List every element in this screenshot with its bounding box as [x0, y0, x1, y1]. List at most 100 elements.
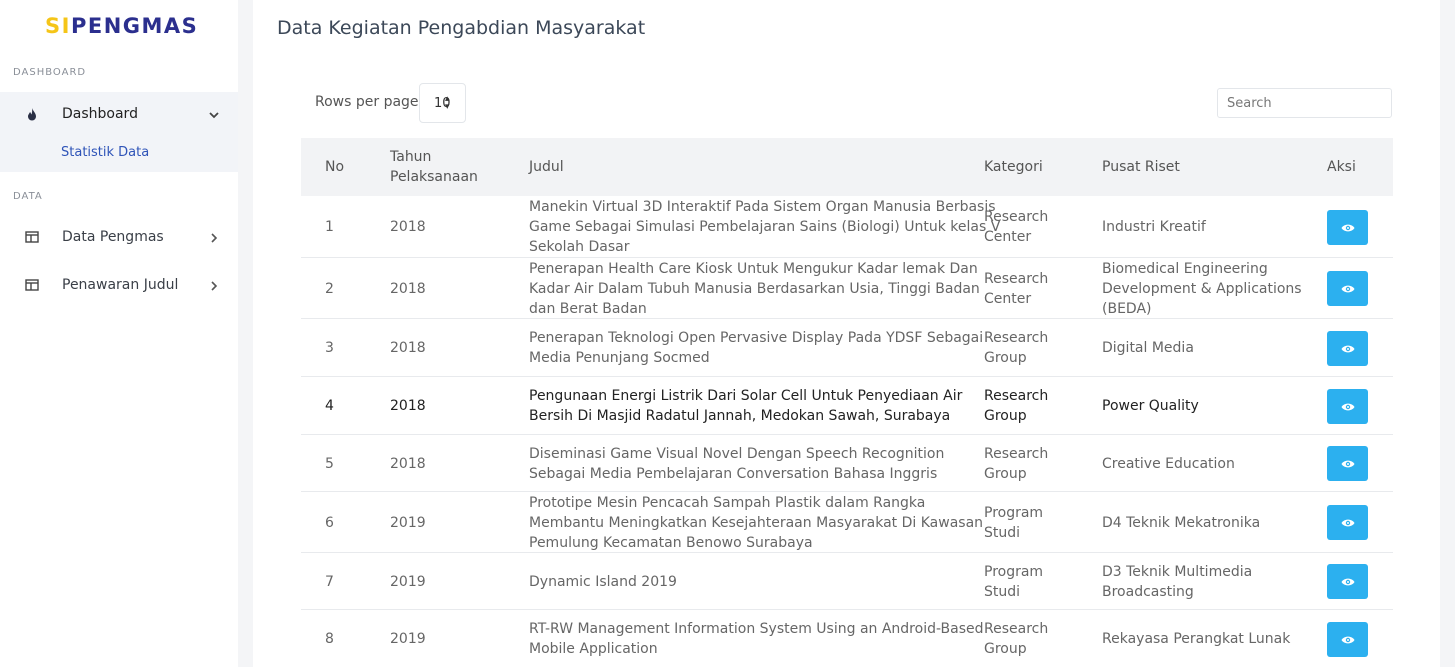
sidebar-subitem-statistik[interactable]: Statistik Data [0, 136, 238, 172]
cell-judul-line: Diseminasi Game Visual Novel Dengan Spee… [529, 446, 945, 462]
cell-pusat-riset-line: D4 Teknik Mekatronika [1102, 515, 1261, 531]
sidebar-subitem-label: Statistik Data [61, 145, 150, 160]
table-row: 3 2018 Penerapan Teknologi Open Pervasive … [301, 319, 1393, 377]
header-kategori[interactable]: Kategori [984, 157, 1043, 177]
cell-judul: Penerapan Teknologi Open Pervasive Displ… [529, 328, 983, 368]
cell-no: 3 [325, 340, 334, 356]
header-tahun[interactable]: Tahun Pelaksanaan [390, 147, 478, 187]
view-detail-button[interactable] [1327, 389, 1368, 424]
cell-tahun: 2018 [390, 340, 426, 356]
cell-pusat-riset-line: Digital Media [1102, 340, 1194, 356]
cell-judul-line: Sebagai Media Pembelajaran Conversation … [529, 466, 938, 482]
scrollbar[interactable] [1441, 0, 1455, 667]
cell-pusat-riset-line: Industri Kreatif [1102, 219, 1206, 235]
cell-kategori-line: Program [984, 505, 1044, 521]
cell-judul-line: Pengunaan Energi Listrik Dari Solar Cell… [529, 388, 963, 404]
table-row: 8 2019 RT-RW Management Information System… [301, 610, 1393, 667]
cell-judul-line: Media Penunjang Socmed [529, 350, 710, 366]
sidebar-item-label: Penawaran Judul [62, 277, 179, 293]
rows-per-page-label: Rows per page: [315, 94, 424, 110]
header-judul[interactable]: Judul [529, 157, 564, 177]
cell-judul-line: RT-RW Management Information System Usin… [529, 621, 984, 637]
cell-judul-line: Mobile Application [529, 641, 658, 657]
section-label-dashboard: DASHBOARD [13, 67, 87, 78]
cell-judul-line: Prototipe Mesin Pencacah Sampah Plastik … [529, 495, 926, 511]
cell-no: 5 [325, 456, 334, 472]
cell-judul-line: Bersih Di Masjid Radatul Jannah, Medokan… [529, 408, 951, 424]
cell-kategori-line: Research [984, 388, 1049, 404]
eye-icon [1341, 345, 1354, 352]
cell-pusat-riset-line: Broadcasting [1102, 584, 1194, 600]
view-detail-button[interactable] [1327, 331, 1368, 366]
cell-kategori-line: Program [984, 564, 1044, 580]
cell-pusat-riset-line: Development & Applications [1102, 281, 1302, 297]
chevron-right-icon [207, 230, 221, 244]
cell-judul: RT-RW Management Information System Usin… [529, 619, 984, 659]
cell-pusat-riset-line: Creative Education [1102, 456, 1235, 472]
cell-pusat-riset: Digital Media [1102, 338, 1194, 358]
cell-no: 2 [325, 281, 334, 297]
header-pusat-riset[interactable]: Pusat Riset [1102, 157, 1180, 177]
cell-judul: Prototipe Mesin Pencacah Sampah Plastik … [529, 493, 983, 553]
cell-pusat-riset-line: Rekayasa Perangkat Lunak [1102, 631, 1291, 647]
sidebar-item-penawaran-judul[interactable]: Penawaran Judul [0, 263, 238, 307]
search-input[interactable] [1217, 88, 1392, 118]
cell-judul: Manekin Virtual 3D Interaktif Pada Siste… [529, 197, 1000, 257]
cell-judul: Dynamic Island 2019 [529, 572, 677, 592]
cell-judul-line: Sekolah Dasar [529, 239, 630, 255]
rows-per-page-select[interactable]: 10 ▴ ▾ [419, 83, 466, 123]
cell-kategori: Research Group [984, 619, 1048, 659]
view-detail-button[interactable] [1327, 505, 1368, 540]
cell-judul-line: Kadar Air Dalam Tubuh Manusia Berdasarka… [529, 281, 980, 297]
cell-kategori-line: Studi [984, 584, 1021, 600]
eye-icon [1341, 285, 1354, 292]
cell-tahun: 2018 [390, 398, 426, 414]
cell-pusat-riset-line: Biomedical Engineering [1102, 261, 1268, 277]
table-row: 1 2018 Manekin Virtual 3D Interaktif Pada … [301, 196, 1393, 258]
cell-no: 1 [325, 219, 334, 235]
cell-kategori: Research Center [984, 269, 1048, 309]
cell-judul-line: Manekin Virtual 3D Interaktif Pada Siste… [529, 199, 996, 215]
cell-judul-line: dan Berat Badan [529, 301, 647, 317]
brand-prefix: SI [45, 14, 71, 38]
cell-judul: Penerapan Health Care Kiosk Untuk Menguk… [529, 259, 980, 319]
header-aksi: Aksi [1327, 159, 1356, 175]
cell-tahun: 2019 [390, 515, 426, 531]
chevron-down-icon [207, 107, 221, 121]
cell-kategori: Research Group [984, 444, 1048, 484]
table-row: 6 2019 Prototipe Mesin Pencacah Sampah Pla… [301, 492, 1393, 553]
cell-kategori: Research Group [984, 328, 1048, 368]
table-icon [24, 277, 40, 293]
view-detail-button[interactable] [1327, 622, 1368, 657]
view-detail-button[interactable] [1327, 271, 1368, 306]
cell-pusat-riset: Industri Kreatif [1102, 217, 1206, 237]
cell-no: 8 [325, 631, 334, 647]
eye-icon [1341, 578, 1354, 585]
sidebar-item-data-pengmas[interactable]: Data Pengmas [0, 215, 238, 259]
eye-icon [1341, 636, 1354, 643]
sidebar: SIPENGMAS DASHBOARD Dashboard Statistik … [0, 0, 238, 667]
table-row: 5 2018 Diseminasi Game Visual Novel Dengan… [301, 435, 1393, 492]
cell-tahun: 2019 [390, 574, 426, 590]
view-detail-button[interactable] [1327, 210, 1368, 245]
cell-pusat-riset: D4 Teknik Mekatronika [1102, 513, 1260, 533]
sidebar-item-dashboard[interactable]: Dashboard [0, 92, 238, 136]
header-no[interactable]: No [325, 157, 344, 177]
brand-logo[interactable]: SIPENGMAS [45, 14, 198, 38]
sidebar-item-label: Dashboard [62, 106, 138, 122]
cell-kategori-line: Group [984, 466, 1027, 482]
cell-kategori: Program Studi [984, 503, 1043, 543]
cell-kategori-line: Research [984, 621, 1049, 637]
cell-no: 7 [325, 574, 334, 590]
view-detail-button[interactable] [1327, 446, 1368, 481]
cell-judul-line: Game Sebagai Simulasi Pembelajaran Sains… [529, 219, 1001, 235]
header-tahun-line: Pelaksanaan [390, 169, 478, 185]
cell-kategori-line: Group [984, 408, 1027, 424]
table-row: 2 2018 Penerapan Health Care Kiosk Untuk M… [301, 258, 1393, 319]
eye-icon [1341, 403, 1354, 410]
view-detail-button[interactable] [1327, 564, 1368, 599]
cell-kategori-line: Group [984, 641, 1027, 657]
chevron-right-icon [207, 278, 221, 292]
cell-judul-line: Pemulung Kecamatan Benowo Surabaya [529, 535, 813, 551]
eye-icon [1341, 224, 1354, 231]
